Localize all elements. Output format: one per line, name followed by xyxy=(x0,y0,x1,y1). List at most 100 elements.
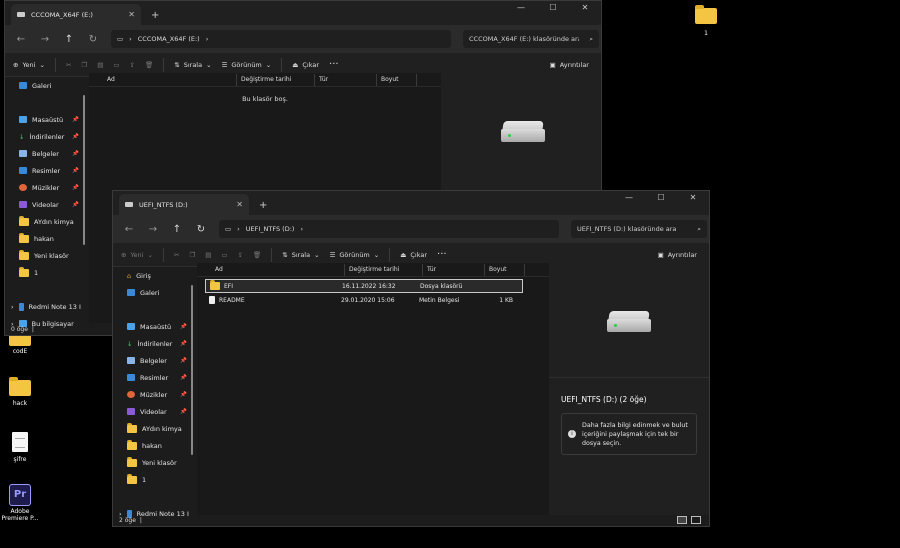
new-button[interactable]: ⊕ Yeni ⌄ xyxy=(121,251,153,259)
sidebar-item-hakan[interactable]: hakan xyxy=(5,230,87,247)
minimize-button[interactable]: — xyxy=(613,191,645,209)
folder-icon xyxy=(19,266,29,277)
cut-icon[interactable]: ✂ xyxy=(174,251,179,259)
copy-icon[interactable]: ❐ xyxy=(81,61,87,69)
up-arrow-icon[interactable]: ↑ xyxy=(171,224,183,235)
more-options-icon[interactable]: ··· xyxy=(437,249,447,260)
sidebar-item-pictures[interactable]: Resimler 📌 xyxy=(113,369,195,386)
sidebar-item-hakan[interactable]: hakan xyxy=(113,437,195,454)
close-window-button[interactable]: ✕ xyxy=(569,1,601,19)
videos-icon xyxy=(127,408,135,415)
close-tab-icon[interactable]: ✕ xyxy=(128,10,135,19)
more-options-icon[interactable]: ··· xyxy=(329,59,339,70)
sidebar-item-documents[interactable]: Belgeler 📌 xyxy=(5,145,87,162)
delete-icon[interactable]: 🗑 xyxy=(253,251,261,259)
minimize-button[interactable]: — xyxy=(505,1,537,19)
sidebar-item-yeni-klasor[interactable]: Yeni klasör xyxy=(113,454,195,471)
title-bar[interactable]: CCCOMA_X64F (E:) ✕ + — ☐ ✕ xyxy=(5,1,601,25)
sidebar-item-1[interactable]: 1 xyxy=(113,471,195,488)
tab-uefi-ntfs[interactable]: UEFI_NTFS (D:) ✕ xyxy=(119,194,249,215)
sidebar-item-aydin-kimya[interactable]: AYdın kimya xyxy=(5,213,87,230)
paste-icon[interactable]: ▤ xyxy=(205,251,211,259)
sidebar-item-downloads[interactable]: ↓ İndirilenler 📌 xyxy=(5,128,87,145)
sidebar-item-gallery[interactable]: Galeri xyxy=(113,284,195,301)
column-type[interactable]: Tür xyxy=(423,263,485,276)
sidebar-item-1[interactable]: 1 xyxy=(5,264,87,281)
sidebar-scrollbar[interactable] xyxy=(83,95,85,245)
view-button[interactable]: ☰ Görünüm ⌄ xyxy=(222,61,272,69)
sidebar-item-gallery[interactable]: Galeri xyxy=(5,77,87,94)
documents-icon xyxy=(19,150,27,157)
close-tab-icon[interactable]: ✕ xyxy=(236,200,243,209)
path-box[interactable]: ▭ › UEFI_NTFS (D:) › xyxy=(219,220,559,238)
sidebar-item-downloads[interactable]: ↓ İndirilenler 📌 xyxy=(113,335,195,352)
share-icon[interactable]: ⇪ xyxy=(130,61,135,69)
column-size[interactable]: Boyut xyxy=(485,263,525,276)
desktop-icon-1[interactable]: 1 xyxy=(686,5,726,37)
explorer-window-front[interactable]: UEFI_NTFS (D:) ✕ + — ☐ ✕ ← → ↑ ↻ ▭ › UEF… xyxy=(112,190,710,527)
details-button[interactable]: ▣ Ayrıntılar xyxy=(658,251,697,259)
paste-icon[interactable]: ▤ xyxy=(97,61,103,69)
tab-cccoma[interactable]: CCCOMA_X64F (E:) ✕ xyxy=(11,4,141,25)
sidebar-item-pictures[interactable]: Resimler 📌 xyxy=(5,162,87,179)
cut-icon[interactable]: ✂ xyxy=(66,61,71,69)
column-date[interactable]: Değiştirme tarihi xyxy=(237,73,315,86)
file-name: README xyxy=(219,296,245,304)
up-arrow-icon[interactable]: ↑ xyxy=(63,34,75,45)
rename-icon[interactable]: ▭ xyxy=(113,61,119,69)
sidebar-item-videos[interactable]: Videolar 📌 xyxy=(5,196,87,213)
desktop-icon-sifre[interactable]: şifre xyxy=(0,432,40,463)
sidebar-item-yeni-klasor[interactable]: Yeni klasör xyxy=(5,247,87,264)
delete-icon[interactable]: 🗑 xyxy=(145,61,153,69)
details-view-icon[interactable] xyxy=(677,516,687,524)
close-window-button[interactable]: ✕ xyxy=(677,191,709,209)
title-bar[interactable]: UEFI_NTFS (D:) ✕ + — ☐ ✕ xyxy=(113,191,709,215)
new-tab-button[interactable]: + xyxy=(151,10,159,21)
sidebar-item-desktop[interactable]: Masaüstü 📌 xyxy=(5,111,87,128)
search-input[interactable]: CCCOMA_X64F (E:) klasöründe ara ⌕ xyxy=(463,30,599,48)
rename-icon[interactable]: ▭ xyxy=(221,251,227,259)
sidebar-item-aydin-kimya[interactable]: AYdın kimya xyxy=(113,420,195,437)
column-size[interactable]: Boyut xyxy=(377,73,417,86)
sidebar-item-redmi[interactable]: › Redmi Note 13 I xyxy=(5,298,87,315)
sidebar-item-desktop[interactable]: Masaüstü 📌 xyxy=(113,318,195,335)
column-type[interactable]: Tür xyxy=(315,73,377,86)
eject-button[interactable]: ⏏ Çıkar xyxy=(292,61,319,69)
sidebar-item-music[interactable]: Müzikler 📌 xyxy=(113,386,195,403)
table-row[interactable]: README 29.01.2020 15:06 Metin Belgesi 1 … xyxy=(205,293,523,307)
new-button[interactable]: ⊕ Yeni ⌄ xyxy=(13,61,45,69)
forward-arrow-icon[interactable]: → xyxy=(147,224,159,235)
refresh-icon[interactable]: ↻ xyxy=(87,34,99,45)
path-box[interactable]: ▭ › CCCOMA_X64F (E:) › xyxy=(111,30,451,48)
sort-button[interactable]: ⇅ Sırala ⌄ xyxy=(282,251,319,259)
sidebar-item-home[interactable]: ⌂ Giriş xyxy=(113,267,195,284)
column-name[interactable]: Ad xyxy=(89,73,237,86)
share-icon[interactable]: ⇪ xyxy=(238,251,243,259)
sort-button[interactable]: ⇅ Sırala ⌄ xyxy=(174,61,211,69)
download-icon: ↓ xyxy=(19,132,25,141)
desktop-icon-premiere[interactable]: Pr Adobe Premiere P... xyxy=(0,484,40,522)
table-row[interactable]: EFI 16.11.2022 16:32 Dosya klasörü xyxy=(205,279,523,293)
desktop-icon-hack[interactable]: hack xyxy=(0,377,40,407)
column-date[interactable]: Değiştirme tarihi xyxy=(345,263,423,276)
maximize-button[interactable]: ☐ xyxy=(645,191,677,209)
search-input[interactable]: UEFI_NTFS (D:) klasöründe ara ⌕ xyxy=(571,220,707,238)
info-icon: i xyxy=(568,430,576,438)
tiles-view-icon[interactable] xyxy=(691,516,701,524)
eject-button[interactable]: ⏏ Çıkar xyxy=(400,251,427,259)
maximize-button[interactable]: ☐ xyxy=(537,1,569,19)
details-button[interactable]: ▣ Ayrıntılar xyxy=(550,61,589,69)
forward-arrow-icon[interactable]: → xyxy=(39,34,51,45)
sidebar-item-videos[interactable]: Videolar 📌 xyxy=(113,403,195,420)
sidebar-scrollbar[interactable] xyxy=(191,285,193,455)
sidebar-item-documents[interactable]: Belgeler 📌 xyxy=(113,352,195,369)
column-name[interactable]: Ad xyxy=(197,263,345,276)
view-button[interactable]: ☰ Görünüm ⌄ xyxy=(330,251,380,259)
back-arrow-icon[interactable]: ← xyxy=(123,224,135,235)
copy-icon[interactable]: ❐ xyxy=(189,251,195,259)
drive-icon xyxy=(17,12,25,17)
sidebar-item-music[interactable]: Müzikler 📌 xyxy=(5,179,87,196)
back-arrow-icon[interactable]: ← xyxy=(15,34,27,45)
refresh-icon[interactable]: ↻ xyxy=(195,224,207,235)
new-tab-button[interactable]: + xyxy=(259,200,267,211)
